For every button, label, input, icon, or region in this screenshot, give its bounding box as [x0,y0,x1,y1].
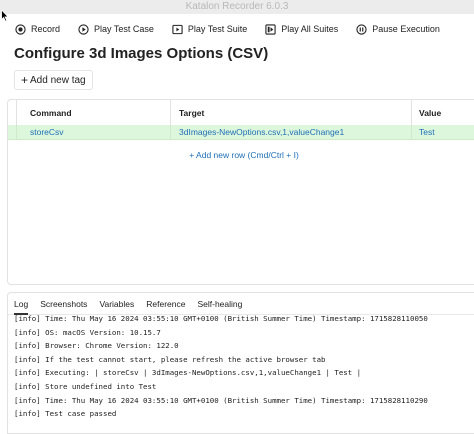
play-test-case-button[interactable]: Play Test Case [78,23,154,35]
log-line: [info] Browser: Chrome Version: 122.0 [14,341,179,351]
log-output: [info] Time: Thu May 16 2024 03:55:10 GM… [14,312,474,421]
log-line: [info] Time: Thu May 16 2024 03:55:10 GM… [14,395,428,405]
header-spacer [8,100,17,125]
play-test-case-label: Play Test Case [94,24,154,34]
cell-command[interactable]: storeCsv [17,125,171,139]
play-test-suite-button[interactable]: Play Test Suite [172,24,247,35]
log-line: [info] Store undefined into Test [14,381,157,391]
cell-value[interactable]: Test [412,125,474,139]
pause-execution-button[interactable]: Pause Execution [356,23,440,35]
record-icon [15,23,26,35]
plus-icon: + [21,73,29,87]
add-new-tag-button[interactable]: + Add new tag [14,70,93,90]
row-gutter [8,125,17,139]
table-header: Command Target Value [8,100,474,126]
table-row[interactable]: storeCsv 3dImages-NewOptions.csv,1,value… [8,125,474,140]
cell-target[interactable]: 3dImages-NewOptions.csv,1,valueChange1 [171,125,412,139]
window-title: Katalon Recorder 6.0.3 [185,1,289,12]
log-line: [info] Executing: | storeCsv | 3dImages-… [14,368,362,378]
record-label: Record [31,24,61,34]
log-line: [info] OS: macOS Version: 10.15.7 [14,327,161,337]
play-suite-icon [172,24,183,34]
test-steps-table: Command Target Value storeCsv 3dImages-N… [7,99,474,285]
header-target: Target [171,100,412,125]
window-titlebar: Katalon Recorder 6.0.3 [0,0,474,14]
pause-circle-icon [356,23,367,35]
play-all-icon [265,23,276,35]
log-line: [info] Test case passed [14,409,117,419]
toolbar: Record Play Test Case Play Test Suite Pl… [0,18,474,40]
play-circle-icon [78,23,89,35]
play-all-suites-label: Play All Suites [281,24,339,34]
pause-execution-label: Pause Execution [372,24,440,34]
page-title: Configure 3d Images Options (CSV) [14,45,269,62]
play-test-suite-label: Play Test Suite [187,24,248,34]
record-button[interactable]: Record [15,23,61,35]
add-new-tag-label: Add new tag [30,74,86,86]
play-all-suites-button[interactable]: Play All Suites [265,23,339,35]
log-line: [info] If the test cannot start, please … [14,354,326,364]
header-command: Command [17,100,171,125]
log-line: [info] Time: Thu May 16 2024 03:55:10 GM… [14,314,428,323]
log-panel: Log Screenshots Variables Reference Self… [7,292,474,434]
add-new-row-link[interactable]: + Add new row (Cmd/Ctrl + I) [8,150,474,160]
header-value: Value [419,108,442,118]
